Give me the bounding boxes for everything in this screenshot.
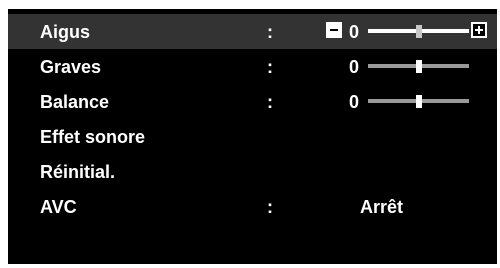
menu-item-avc[interactable]: AVC : Arrêt	[8, 189, 497, 224]
balance-value: 0	[349, 92, 360, 112]
bass-label: Graves	[40, 57, 102, 77]
balance-label: Balance	[40, 92, 110, 112]
bass-slider-thumb[interactable]	[415, 60, 422, 73]
balance-slider-thumb[interactable]	[415, 95, 422, 108]
menu-item-treble[interactable]: Aigus : 0	[8, 14, 497, 49]
avc-colon: :	[267, 197, 273, 217]
sound-effect-label: Effet sonore	[40, 127, 146, 147]
menu-item-bass[interactable]: Graves : 0	[8, 49, 497, 84]
treble-label: Aigus	[40, 22, 91, 42]
treble-colon: :	[267, 22, 273, 42]
menu-item-balance[interactable]: Balance : 0	[8, 84, 497, 119]
reset-label: Réinitial.	[40, 162, 116, 182]
bass-value: 0	[349, 57, 360, 77]
menu-item-reset[interactable]: Réinitial.	[8, 154, 497, 189]
bass-colon: :	[267, 57, 273, 77]
menu-item-sound-effect[interactable]: Effet sonore	[8, 119, 497, 154]
avc-label: AVC	[40, 197, 77, 217]
sound-settings-menu: Aigus : 0 Graves : 0 Balance : 0 Effet s…	[8, 9, 497, 264]
treble-value: 0	[349, 22, 360, 42]
treble-slider-thumb[interactable]	[415, 25, 422, 38]
balance-colon: :	[267, 92, 273, 112]
plus-icon[interactable]	[471, 22, 487, 38]
minus-icon[interactable]	[326, 22, 342, 38]
avc-value: Arrêt	[360, 197, 404, 217]
